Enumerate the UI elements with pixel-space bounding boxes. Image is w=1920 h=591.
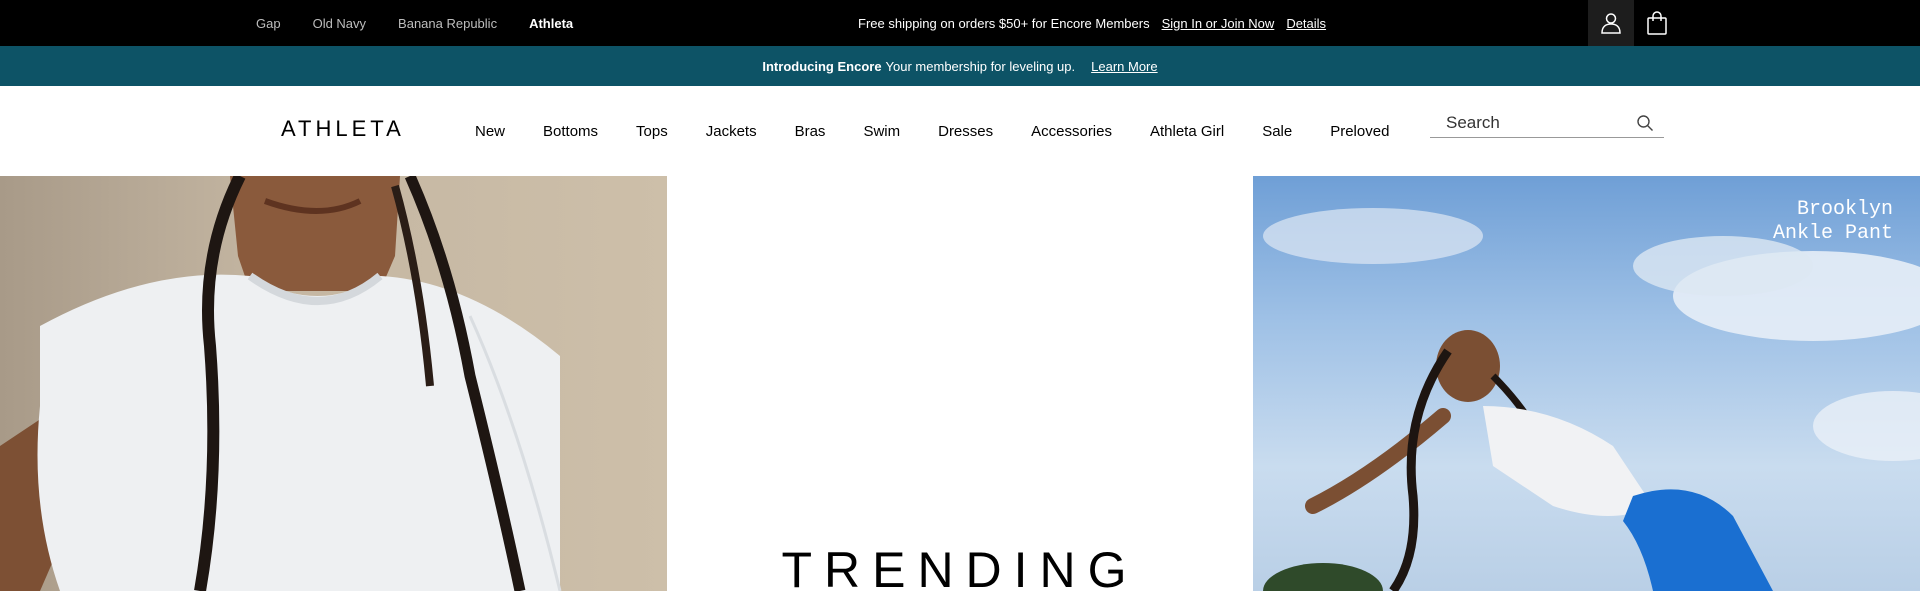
nav-item-dresses[interactable]: Dresses — [938, 123, 993, 140]
model-photo-left — [0, 176, 562, 591]
main-header: ATHLETA New Bottoms Tops Jackets Bras Sw… — [0, 86, 1920, 176]
encore-message: Your membership for leveling up. — [885, 58, 1076, 74]
shipping-promo: Free shipping on orders $50+ for Encore … — [858, 0, 1338, 46]
trending-heading: TRENDING — [781, 542, 1139, 591]
nav-item-bottoms[interactable]: Bottoms — [543, 123, 598, 140]
search-button[interactable] — [1636, 114, 1654, 137]
shopping-bag-icon — [1647, 11, 1667, 35]
hero-image-left[interactable] — [0, 176, 667, 591]
utility-bar: Gap Old Navy Banana Republic Athleta Fre… — [0, 0, 1920, 46]
search-bar — [1430, 108, 1664, 138]
hero-section: TRENDING Brooklyn Ankle Pant — [0, 176, 1920, 591]
search-icon — [1637, 115, 1653, 131]
nav-item-accessories[interactable]: Accessories — [1031, 123, 1112, 140]
search-input[interactable] — [1430, 112, 1630, 133]
hero-image-right[interactable]: Brooklyn Ankle Pant — [1253, 176, 1920, 591]
nav-item-bras[interactable]: Bras — [795, 123, 826, 140]
brand-link-old-navy[interactable]: Old Navy — [313, 16, 366, 31]
nav-item-swim[interactable]: Swim — [863, 123, 900, 140]
athleta-logo[interactable]: ATHLETA — [281, 116, 405, 142]
nav-item-preloved[interactable]: Preloved — [1330, 123, 1389, 140]
nav-item-athleta-girl[interactable]: Athleta Girl — [1150, 123, 1224, 140]
nav-item-jackets[interactable]: Jackets — [706, 123, 757, 140]
trending-panel: TRENDING — [667, 176, 1253, 591]
details-link[interactable]: Details — [1286, 16, 1326, 31]
nav-item-tops[interactable]: Tops — [636, 123, 668, 140]
brand-link-gap[interactable]: Gap — [256, 16, 281, 31]
brand-link-athleta[interactable]: Athleta — [529, 16, 573, 31]
bag-button[interactable] — [1634, 0, 1680, 46]
sign-in-link[interactable]: Sign In or Join Now — [1162, 16, 1275, 31]
learn-more-link[interactable]: Learn More — [1091, 59, 1157, 74]
nav-item-new[interactable]: New — [475, 123, 505, 140]
main-menu: New Bottoms Tops Jackets Bras Swim Dress… — [475, 86, 1427, 176]
promo-text: Free shipping on orders $50+ for Encore … — [858, 15, 1150, 31]
brand-switcher: Gap Old Navy Banana Republic Athleta — [256, 0, 605, 46]
brand-link-banana-republic[interactable]: Banana Republic — [398, 16, 497, 31]
encore-banner: Introducing Encore Your membership for l… — [0, 46, 1920, 86]
nav-item-sale[interactable]: Sale — [1262, 123, 1292, 140]
product-label[interactable]: Brooklyn Ankle Pant — [1773, 198, 1893, 246]
user-icon — [1601, 13, 1621, 34]
account-button[interactable] — [1588, 0, 1634, 46]
encore-title: Introducing Encore — [762, 58, 882, 74]
